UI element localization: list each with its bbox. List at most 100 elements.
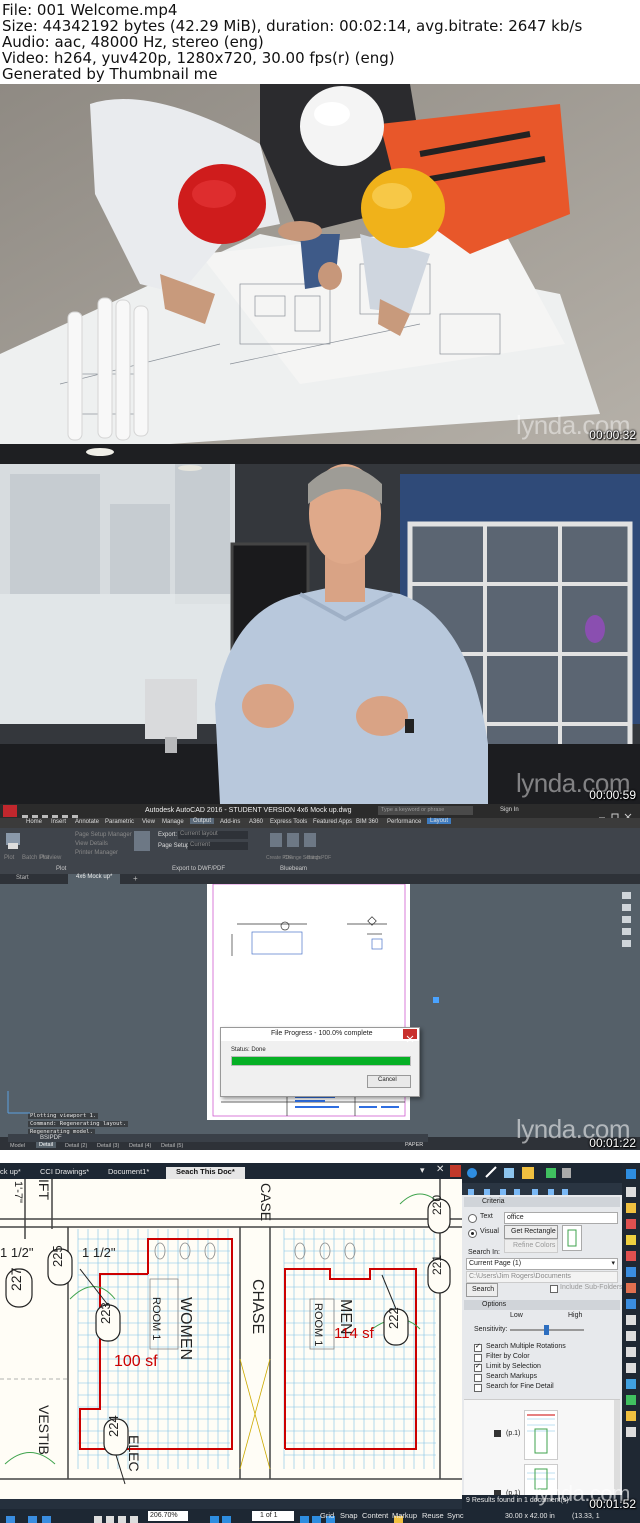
command-input-text: BSIPDF bbox=[40, 1135, 62, 1141]
plot-button[interactable] bbox=[4, 831, 22, 853]
close-tab-icon[interactable]: ✕ bbox=[436, 1164, 444, 1175]
export-select[interactable]: Current layout bbox=[178, 831, 248, 839]
ribbon-tab-layout[interactable]: Layout bbox=[427, 818, 452, 824]
label-chase: CHASE bbox=[249, 1279, 266, 1335]
visual-radio-label: Visual bbox=[480, 1228, 499, 1235]
layout-tab-model[interactable]: Model bbox=[10, 1143, 25, 1149]
ribbon-tab-a360[interactable]: A360 bbox=[249, 819, 263, 825]
option-label: Search Markups bbox=[486, 1373, 537, 1380]
criteria-header[interactable]: Criteria bbox=[464, 1197, 620, 1207]
presenter-scene-illustration bbox=[0, 444, 640, 804]
drawing-workspace[interactable]: File Progress - 100.0% complete Status: … bbox=[0, 883, 640, 1140]
option-checkbox[interactable]: ✓ bbox=[474, 1362, 482, 1372]
new-tab-icon[interactable]: + bbox=[133, 874, 138, 883]
page-setup-manager-button[interactable]: Page Setup Manager bbox=[75, 832, 132, 838]
keyword-search-input[interactable]: Type a keyword or phrase bbox=[378, 806, 473, 815]
ribbon-tab-bim360[interactable]: BIM 360 bbox=[356, 819, 378, 825]
doc-tab-start[interactable]: Start bbox=[16, 875, 29, 881]
options-header[interactable]: Options bbox=[464, 1300, 620, 1310]
quick-access-toolbar[interactable] bbox=[20, 807, 130, 821]
right-tool-chest[interactable] bbox=[622, 1163, 640, 1509]
ribbon-tab-performance[interactable]: Performance bbox=[387, 819, 421, 825]
search-in-select[interactable]: Current Page (1) ▾ bbox=[466, 1258, 618, 1270]
result-checkbox[interactable] bbox=[494, 1430, 501, 1437]
layout-tab-detail-5[interactable]: Detail (5) bbox=[161, 1143, 183, 1149]
dim-1-7: 1'-7" bbox=[12, 1181, 24, 1203]
sign-in-link[interactable]: Sign In bbox=[500, 807, 519, 813]
command-input[interactable]: BSIPDF bbox=[8, 1134, 428, 1142]
search-toolbar-row-2[interactable] bbox=[462, 1183, 622, 1195]
snap-toggle[interactable]: Snap bbox=[340, 1511, 358, 1520]
doc-tab-search-this-doc[interactable]: Seach This Doc* bbox=[166, 1167, 245, 1179]
ribbon-tab-addins[interactable]: Add-ins bbox=[220, 819, 240, 825]
option-checkbox[interactable]: ✓ bbox=[474, 1342, 482, 1352]
ribbon-tab-home[interactable]: Home bbox=[26, 819, 42, 825]
doc-tab-document1[interactable]: Document1* bbox=[108, 1167, 149, 1176]
get-rectangle-button[interactable]: Get Rectangle bbox=[504, 1225, 558, 1239]
page-setup-select[interactable]: Current bbox=[188, 842, 248, 850]
ribbon-tab-parametric[interactable]: Parametric bbox=[105, 819, 134, 825]
doc-tab-cci-drawings[interactable]: CCI Drawings* bbox=[40, 1167, 89, 1176]
reuse-toggle[interactable]: Reuse bbox=[422, 1511, 444, 1520]
search-toolbar-icons[interactable] bbox=[462, 1163, 622, 1183]
floorplan-canvas[interactable]: 227 225 223 224 222 220 221 WOMEN MEN CH… bbox=[0, 1179, 462, 1499]
ribbon-tab-output[interactable]: Output bbox=[190, 818, 215, 824]
result-thumbnail[interactable] bbox=[524, 1410, 558, 1460]
option-checkbox[interactable] bbox=[474, 1374, 482, 1382]
label-vestib: VESTIB bbox=[36, 1405, 52, 1455]
window-controls[interactable] bbox=[596, 806, 636, 821]
refine-colors-button[interactable]: Refine Colors bbox=[504, 1239, 558, 1253]
export-value: Current layout bbox=[180, 831, 218, 837]
cancel-button[interactable]: Cancel bbox=[367, 1075, 411, 1088]
grid-toggle[interactable]: Grid bbox=[320, 1511, 334, 1520]
search-text-value: office bbox=[507, 1214, 524, 1221]
markup-toggle[interactable]: Markup bbox=[392, 1511, 417, 1520]
layout-tab-detail-2[interactable]: Detail (2) bbox=[65, 1143, 87, 1149]
sync-toggle[interactable]: Sync bbox=[447, 1511, 464, 1520]
text-radio[interactable] bbox=[468, 1214, 477, 1223]
layout-tab-detail[interactable]: Detail bbox=[36, 1142, 57, 1148]
doc-tab-mockup[interactable]: ck up* bbox=[0, 1167, 21, 1176]
search-button-label: Search bbox=[472, 1286, 495, 1293]
ribbon-tab-annotate[interactable]: Annotate bbox=[75, 819, 99, 825]
layout-tab-detail-3[interactable]: Detail (3) bbox=[97, 1143, 119, 1149]
search-in-label: Search In: bbox=[468, 1249, 500, 1256]
label-women: WOMEN bbox=[177, 1297, 194, 1361]
ribbon-tab-express-tools[interactable]: Express Tools bbox=[270, 819, 307, 825]
export-panel-label: Export to DWF/PDF bbox=[172, 866, 226, 872]
ribbon-tab-featured-apps[interactable]: Featured Apps bbox=[313, 819, 352, 825]
paper-space-toggle[interactable]: PAPER bbox=[405, 1142, 423, 1148]
content-toggle[interactable]: Content bbox=[362, 1511, 388, 1520]
bluebeam-buttons[interactable] bbox=[268, 831, 318, 853]
layout-tab-detail-4[interactable]: Detail (4) bbox=[129, 1143, 151, 1149]
navigation-bar[interactable] bbox=[617, 888, 637, 958]
folder-path-input[interactable]: C:\Users\Jim Rogers\Documents bbox=[466, 1271, 618, 1283]
document-tab-bar: Start 4x6 Mock up* + bbox=[0, 874, 640, 884]
preview-label[interactable]: Preview bbox=[40, 855, 61, 861]
option-checkbox[interactable] bbox=[474, 1354, 482, 1362]
generator-info: Generated by Thumbnail me bbox=[2, 65, 218, 83]
batch-pdf-label[interactable]: Batch PDF bbox=[307, 855, 331, 861]
tab-list-icon[interactable]: ▾ bbox=[420, 1165, 425, 1176]
ribbon-tab-manage[interactable]: Manage bbox=[162, 819, 184, 825]
dialog-close-button[interactable] bbox=[403, 1029, 417, 1043]
bluebeam-red-toggle[interactable] bbox=[450, 1165, 461, 1177]
criteria-label: Criteria bbox=[482, 1198, 505, 1205]
room-tag-223: 223 bbox=[98, 1302, 113, 1324]
option-label: Filter by Color bbox=[486, 1353, 530, 1360]
include-sub-folders-checkbox[interactable] bbox=[550, 1285, 558, 1293]
export-icon[interactable] bbox=[134, 831, 150, 851]
cursor-icon bbox=[433, 997, 439, 1003]
visual-radio[interactable] bbox=[468, 1229, 477, 1238]
doc-tab-mockup[interactable]: 4x6 Mock up* bbox=[68, 874, 121, 884]
search-text-input[interactable]: office bbox=[504, 1212, 618, 1224]
ribbon-tab-view[interactable]: View bbox=[142, 819, 155, 825]
search-button[interactable]: Search bbox=[466, 1283, 498, 1297]
printer-manager-button[interactable]: Printer Manager bbox=[75, 850, 118, 856]
option-checkbox[interactable] bbox=[474, 1384, 482, 1392]
sensitivity-slider[interactable] bbox=[510, 1325, 584, 1335]
ribbon-tab-insert[interactable]: Insert bbox=[51, 819, 66, 825]
view-details-button[interactable]: View Details bbox=[75, 841, 108, 847]
autocad-logo-icon[interactable] bbox=[3, 805, 17, 817]
sensitivity-slider-handle[interactable] bbox=[544, 1325, 549, 1335]
